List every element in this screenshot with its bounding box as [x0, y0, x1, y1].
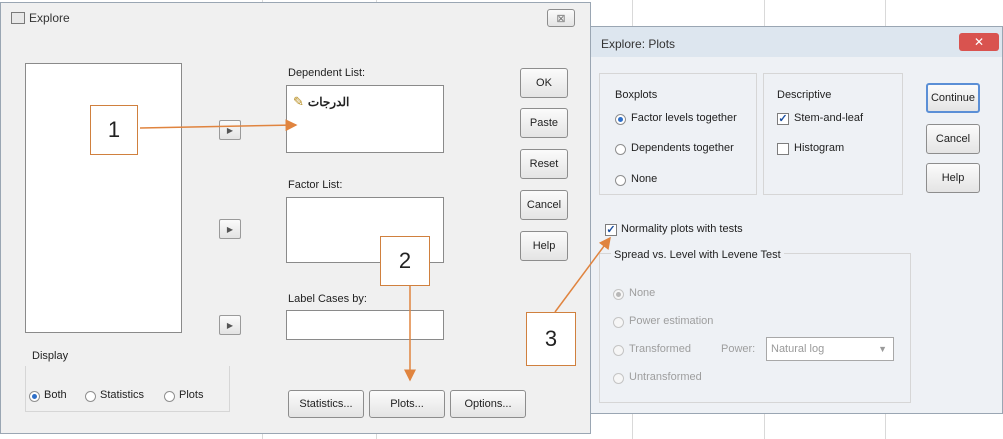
- annotation-arrows: [139, 119, 611, 382]
- arrow-1: [139, 119, 298, 132]
- arrow-3: [554, 236, 611, 313]
